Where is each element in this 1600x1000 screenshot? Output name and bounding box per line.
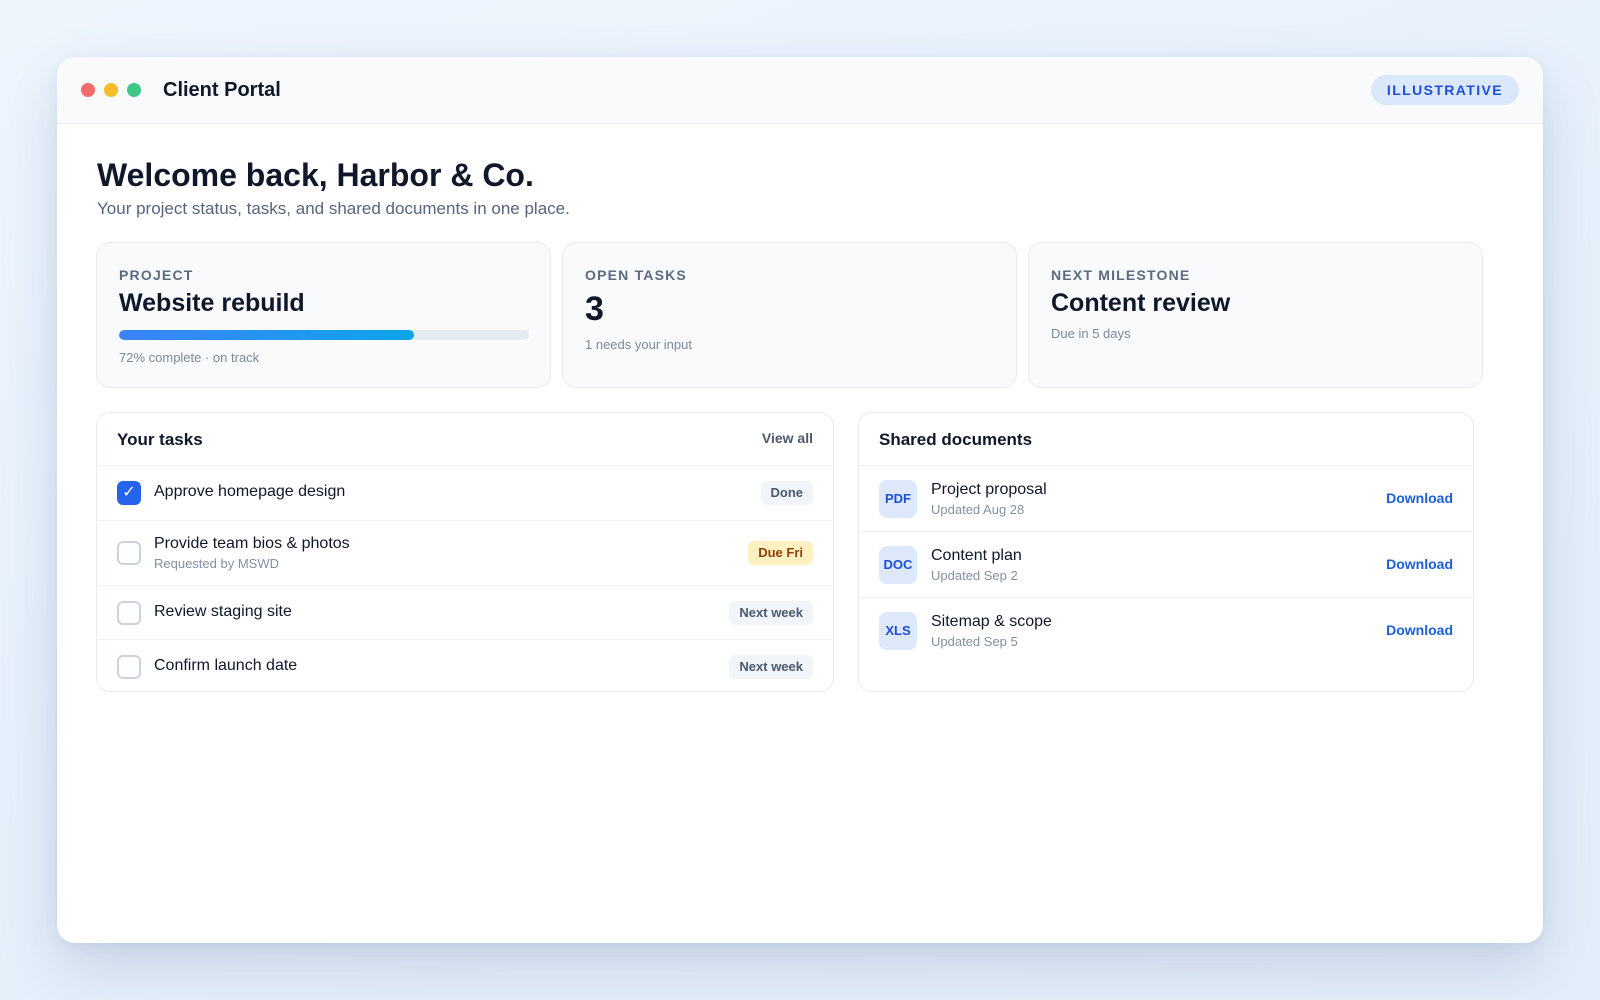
welcome-heading: Welcome back, Harbor & Co. — [97, 157, 534, 193]
view-all-tasks-link[interactable]: View all — [762, 430, 813, 446]
illustrative-badge: ILLUSTRATIVE — [1370, 75, 1519, 105]
document-row: DOC Content plan Updated Sep 2 Download — [859, 532, 1473, 598]
document-row: PDF Project proposal Updated Aug 28 Down… — [859, 466, 1473, 532]
download-button[interactable]: Download — [1386, 556, 1453, 572]
tasks-panel-header: Your tasks View all — [97, 413, 833, 466]
task-status-badge: Next week — [729, 655, 813, 679]
project-card: PROJECT Website rebuild 72% complete · o… — [96, 242, 551, 388]
close-window-dot[interactable] — [81, 83, 95, 97]
task-status-badge: Next week — [729, 601, 813, 625]
task-title: Confirm launch date — [154, 657, 298, 674]
open-tasks-note: 1 needs your input — [585, 337, 692, 352]
pdf-file-icon: PDF — [879, 480, 917, 518]
task-checkbox[interactable] — [117, 601, 141, 625]
document-updated-date: Updated Sep 5 — [931, 634, 1018, 649]
download-button[interactable]: Download — [1386, 490, 1453, 506]
app-title: Client Portal — [163, 79, 281, 101]
portal-window: Client Portal ILLUSTRATIVE Welcome back,… — [57, 57, 1543, 943]
task-row[interactable]: ✓ Approve homepage design Done — [97, 466, 833, 521]
task-requester: Requested by MSWD — [154, 556, 279, 571]
documents-panel-title: Shared documents — [879, 430, 1033, 449]
title-bar: Client Portal ILLUSTRATIVE — [57, 57, 1543, 124]
task-status-badge: Done — [760, 481, 813, 505]
tasks-panel: Your tasks View all ✓ Approve homepage d… — [96, 412, 834, 692]
documents-panel-header: Shared documents — [859, 413, 1473, 466]
open-tasks-card: OPEN TASKS 3 1 needs your input — [562, 242, 1017, 388]
welcome-subtitle: Your project status, tasks, and shared d… — [97, 199, 570, 218]
xls-file-icon: XLS — [879, 612, 917, 650]
task-title: Approve homepage design — [154, 483, 346, 500]
document-row: XLS Sitemap & scope Updated Sep 5 Downlo… — [859, 598, 1473, 664]
documents-panel: Shared documents PDF Project proposal Up… — [858, 412, 1474, 692]
document-updated-date: Updated Aug 28 — [931, 502, 1025, 517]
task-row[interactable]: Review staging site Next week — [97, 586, 833, 640]
document-name: Sitemap & scope — [931, 613, 1052, 630]
document-updated-date: Updated Sep 2 — [931, 568, 1018, 583]
project-name: Website rebuild — [119, 289, 305, 317]
task-title: Review staging site — [154, 603, 292, 620]
task-checkbox[interactable] — [117, 541, 141, 565]
open-tasks-count: 3 — [585, 290, 604, 328]
task-status-badge: Due Fri — [748, 541, 813, 565]
milestone-name: Content review — [1051, 289, 1231, 317]
milestone-card: NEXT MILESTONE Content review Due in 5 d… — [1028, 242, 1483, 388]
task-row[interactable]: Provide team bios & photos Requested by … — [97, 521, 833, 586]
project-label: PROJECT — [119, 267, 194, 283]
task-checkbox[interactable] — [117, 655, 141, 679]
project-progress-note: 72% complete · on track — [119, 350, 260, 365]
project-progress-fill — [119, 330, 415, 340]
project-progress-bar — [119, 330, 529, 340]
document-name: Content plan — [931, 547, 1022, 564]
minimize-window-dot[interactable] — [104, 83, 118, 97]
task-row[interactable]: Confirm launch date Next week — [97, 640, 833, 691]
milestone-label: NEXT MILESTONE — [1051, 267, 1191, 283]
open-tasks-label: OPEN TASKS — [585, 267, 687, 283]
task-checkbox-checked[interactable]: ✓ — [117, 481, 141, 505]
tasks-panel-title: Your tasks — [117, 430, 203, 449]
doc-file-icon: DOC — [879, 546, 917, 584]
download-button[interactable]: Download — [1386, 622, 1453, 638]
maximize-window-dot[interactable] — [127, 83, 141, 97]
task-title: Provide team bios & photos — [154, 535, 350, 552]
milestone-note: Due in 5 days — [1051, 326, 1131, 341]
document-name: Project proposal — [931, 481, 1047, 498]
